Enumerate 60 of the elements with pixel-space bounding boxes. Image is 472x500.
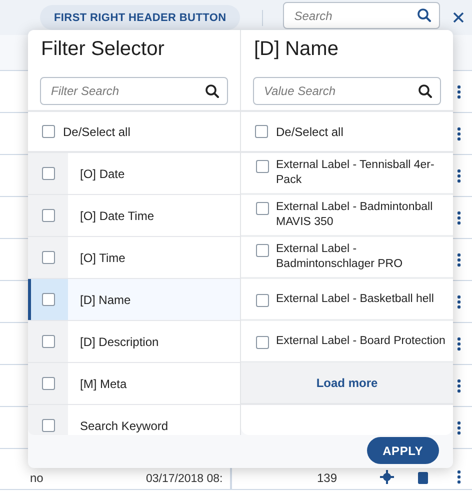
- value-label: External Label - Basketball hell: [276, 292, 434, 307]
- checkbox[interactable]: [255, 125, 268, 138]
- more-icon[interactable]: [457, 470, 461, 484]
- search-icon: [417, 8, 432, 22]
- value-label: External Label - Badmintonball MAVIS 350: [276, 200, 434, 230]
- filter-label: [D] Name: [79, 292, 131, 306]
- checkbox[interactable]: [42, 209, 54, 222]
- filter-item[interactable]: [M] Meta: [28, 363, 240, 405]
- filter-label: Search Keyword: [79, 418, 168, 432]
- checkbox[interactable]: [42, 335, 54, 348]
- more-icon[interactable]: [457, 336, 461, 350]
- close-icon[interactable]: [452, 11, 466, 24]
- search-field[interactable]: Search: [283, 2, 440, 29]
- value-label: External Label - Tennisball 4er-Pack: [276, 158, 436, 188]
- filter-item[interactable]: [O] Time: [28, 237, 240, 279]
- table-cell-text: 139: [316, 471, 337, 485]
- more-icon[interactable]: [457, 420, 461, 434]
- filter-label: [O] Date: [79, 166, 125, 180]
- checkbox[interactable]: [42, 377, 54, 390]
- more-icon[interactable]: [457, 252, 461, 266]
- checkbox[interactable]: [42, 293, 54, 306]
- more-icon[interactable]: [457, 294, 461, 308]
- search-icon: [418, 84, 432, 98]
- filter-label: [M] Meta: [79, 376, 127, 390]
- more-icon[interactable]: [457, 210, 461, 224]
- value-label: External Label - Badmintonschlager PRO: [276, 242, 404, 272]
- filter-item[interactable]: [D] Description: [28, 321, 240, 363]
- checkbox[interactable]: [256, 244, 269, 257]
- filter-item[interactable]: [D] Name: [28, 279, 240, 321]
- load-more-button[interactable]: Load more: [241, 363, 453, 405]
- table-cell-text: 03/17/2018 08:: [145, 473, 224, 485]
- checkbox[interactable]: [42, 251, 54, 264]
- select-all-label[interactable]: De/Select all: [276, 124, 344, 138]
- checkbox[interactable]: [42, 125, 55, 138]
- filter-label: [O] Date Time: [79, 208, 154, 222]
- search-field[interactable]: Filter Search: [40, 77, 228, 105]
- value-label: External Label - Board Protection: [276, 334, 446, 349]
- checkbox[interactable]: [256, 160, 269, 173]
- table-cell-text: no: [29, 471, 44, 485]
- filter-item[interactable]: [O] Date Time: [28, 195, 240, 237]
- more-icon[interactable]: [457, 126, 461, 140]
- panel-title: [D] Name: [253, 37, 340, 62]
- more-icon[interactable]: [457, 84, 461, 98]
- checkbox[interactable]: [256, 294, 269, 307]
- header-button[interactable]: FIRST RIGHT HEADER BUTTON: [40, 5, 240, 30]
- filter-label: [O] Time: [79, 250, 126, 264]
- filter-item[interactable]: [O] Date: [28, 153, 240, 195]
- square-icon: [418, 472, 428, 484]
- select-all-label[interactable]: De/Select all: [63, 124, 130, 138]
- search-field[interactable]: Value Search: [253, 77, 441, 105]
- checkbox[interactable]: [42, 419, 54, 432]
- apply-button[interactable]: APPLY: [366, 437, 439, 464]
- more-icon[interactable]: [457, 168, 461, 182]
- panel-title: Filter Selector: [40, 37, 166, 62]
- checkbox[interactable]: [42, 167, 54, 180]
- checkbox[interactable]: [256, 336, 269, 349]
- filter-label: [D] Description: [79, 334, 159, 348]
- checkbox[interactable]: [256, 202, 269, 215]
- search-icon: [205, 84, 219, 98]
- more-icon[interactable]: [457, 378, 461, 392]
